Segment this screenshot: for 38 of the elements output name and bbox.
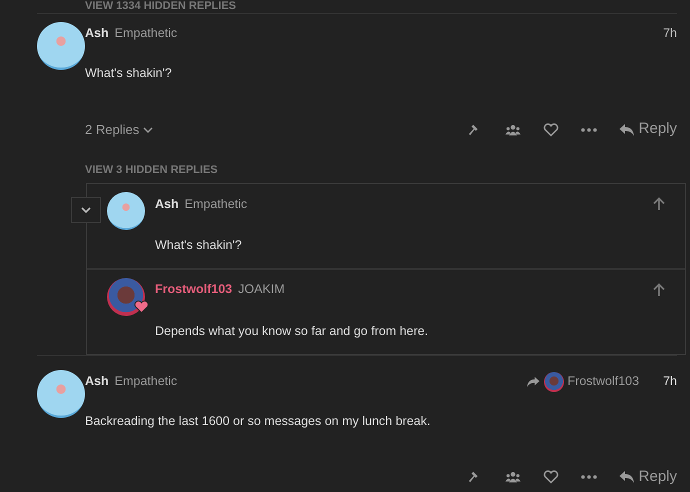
reply-icon — [618, 470, 635, 484]
username[interactable]: Ash — [85, 26, 109, 42]
group-icon — [504, 470, 521, 484]
username[interactable]: Frostwolf103 — [155, 282, 232, 298]
hidden-replies-link[interactable]: VIEW 1334 HIDDEN REPLIES — [85, 0, 677, 13]
scroll-up-button[interactable] — [653, 197, 665, 212]
avatar[interactable] — [107, 278, 145, 316]
avatar[interactable] — [107, 192, 145, 230]
post-time[interactable]: 7h — [663, 374, 677, 390]
username[interactable]: Ash — [85, 374, 109, 390]
heart-icon — [542, 122, 559, 137]
user-title: Empathetic — [184, 196, 248, 212]
heart-icon — [542, 470, 559, 484]
reply-to-username[interactable]: Frostwolf103 — [568, 374, 640, 390]
replies-toggle[interactable]: 2 Replies — [85, 122, 154, 138]
user-title: Empathetic — [114, 374, 178, 390]
reply-button[interactable]: Reply — [608, 120, 677, 139]
group-icon — [504, 122, 521, 137]
up-arrow-icon — [653, 197, 665, 212]
reply-button[interactable]: Reply — [608, 468, 677, 487]
post-text: What's shakin'? — [155, 238, 243, 254]
reply-arrow-icon — [526, 376, 540, 388]
up-arrow-icon — [653, 283, 665, 297]
username[interactable]: Ash — [155, 196, 179, 212]
post-time[interactable]: 7h — [663, 26, 677, 42]
scroll-up-button[interactable] — [653, 283, 665, 297]
post-text: Depends what you know so far and go from here. — [155, 324, 430, 340]
chevron-down-icon — [81, 207, 91, 214]
user-title: JOAKIM — [238, 282, 285, 298]
avatar[interactable] — [37, 370, 85, 418]
avatar[interactable] — [37, 22, 85, 70]
post-text: What's shakin'? — [85, 66, 173, 82]
user-title: Empathetic — [114, 26, 178, 42]
reply-icon — [618, 122, 635, 137]
collapse-button[interactable] — [71, 197, 101, 224]
hidden-replies-link[interactable]: VIEW 3 HIDDEN REPLIES — [85, 164, 218, 178]
chevron-down-icon — [143, 126, 154, 133]
post-text: Backreading the last 1600 or so messages on my lunch break. — [85, 414, 432, 430]
